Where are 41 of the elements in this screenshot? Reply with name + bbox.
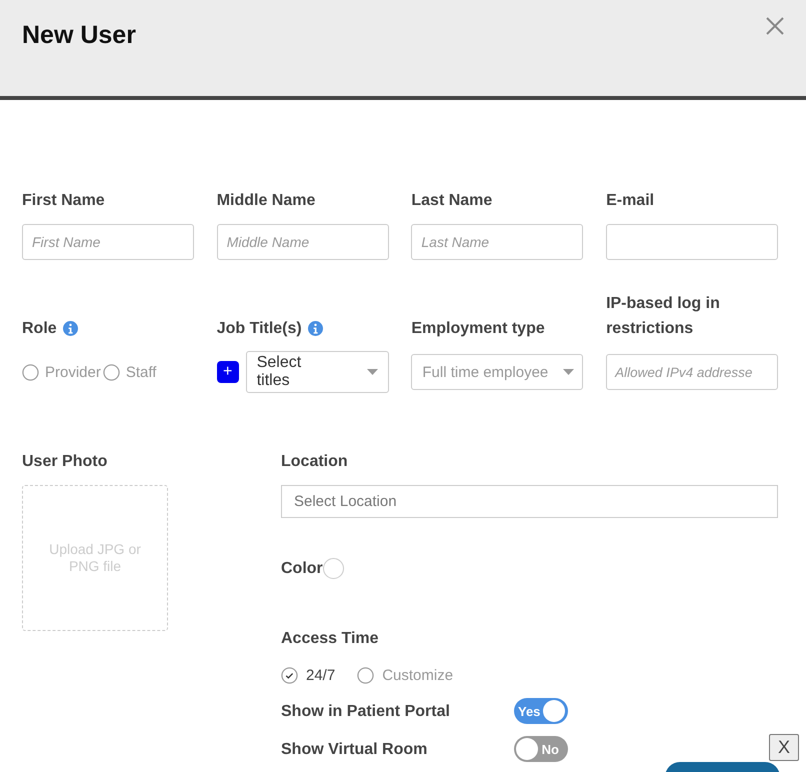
text-field[interactable]: Allowed IPv4 addresse <box>606 354 778 390</box>
color-picker[interactable] <box>322 558 344 579</box>
toggle-switch[interactable]: No <box>514 736 568 762</box>
radio-label: Staff <box>126 364 156 380</box>
close-icon[interactable] <box>766 17 784 35</box>
field-label: Role <box>22 319 57 339</box>
toggle-switch[interactable]: Yes <box>514 698 568 724</box>
text-field[interactable]: Last Name <box>411 224 584 260</box>
caret-icon <box>563 369 574 375</box>
field-label: Last Name <box>411 191 492 211</box>
dismiss-button[interactable]: X <box>769 734 799 761</box>
add-button[interactable]: + <box>216 361 239 383</box>
location-field[interactable]: Select Location <box>281 485 778 518</box>
field-label: IP-based log in restrictions <box>606 294 721 339</box>
radio-button[interactable] <box>22 364 39 380</box>
info-icon[interactable] <box>308 321 323 336</box>
text-field[interactable]: First Name <box>22 224 194 260</box>
radio-label: Customize <box>382 667 454 684</box>
field-label: E-mail <box>606 191 654 211</box>
radio-label: 24/7 <box>306 667 336 684</box>
radio-label: Provider <box>45 364 101 380</box>
field-label: Color <box>281 559 323 579</box>
field-label: First Name <box>22 191 105 211</box>
info-icon[interactable] <box>62 321 78 336</box>
toggle-label: Show in Patient Portal <box>281 702 451 722</box>
field-label: Employment type <box>411 319 545 339</box>
radio-button[interactable] <box>357 667 374 684</box>
field-label: Access Time <box>281 629 379 649</box>
toggle-label: Show Virtual Room <box>281 740 428 760</box>
titles-dropdown[interactable]: Select titles <box>246 351 389 393</box>
employment-dropdown[interactable]: Full time employee <box>411 354 584 390</box>
field-label: User Photo <box>22 452 108 472</box>
text-field[interactable]: Middle Name <box>216 224 389 260</box>
field-label: Middle Name <box>216 191 316 211</box>
window-title: New User <box>22 21 136 50</box>
caret-icon <box>366 369 378 375</box>
text-field[interactable] <box>606 224 778 260</box>
field-label: Job Title(s) <box>216 319 302 339</box>
checked-radio[interactable] <box>281 667 298 684</box>
radio-button[interactable] <box>102 364 120 380</box>
field-label: Location <box>281 452 348 472</box>
